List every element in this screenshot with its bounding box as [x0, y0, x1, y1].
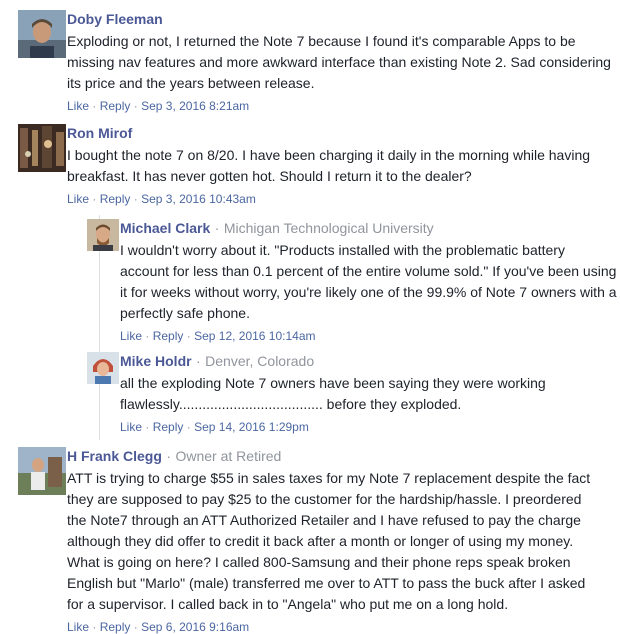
author-name[interactable]: Doby Fleeman [67, 11, 163, 27]
avatar[interactable] [87, 219, 119, 251]
author-name[interactable]: Ron Mirof [67, 125, 132, 141]
reply-link[interactable]: Reply [153, 329, 184, 343]
separator: · [145, 329, 150, 343]
separator: · [186, 420, 191, 434]
timestamp-link[interactable]: Sep 3, 2016 8:21am [141, 99, 249, 113]
comment-actions: Like · Reply · Sep 3, 2016 10:43am [67, 192, 617, 206]
comment-actions: Like · Reply · Sep 3, 2016 8:21am [67, 99, 617, 113]
reply-link[interactable]: Reply [100, 192, 131, 206]
timestamp-link[interactable]: Sep 3, 2016 10:43am [141, 192, 256, 206]
comment-header: Ron Mirof [67, 124, 617, 142]
like-link[interactable]: Like [67, 192, 89, 206]
author-name[interactable]: Mike Holdr [120, 353, 192, 369]
comment-text: all the exploding Note 7 owners have bee… [120, 375, 546, 412]
separator: · [186, 329, 191, 343]
author-name[interactable]: Michael Clark [120, 220, 210, 236]
avatar[interactable] [18, 10, 66, 58]
separator: · [214, 220, 220, 236]
comment-header: Doby Fleeman [67, 10, 617, 28]
author-affiliation: Owner at Retired [175, 448, 282, 464]
avatar[interactable] [18, 447, 66, 495]
reply-link[interactable]: Reply [100, 99, 131, 113]
comment-actions: Like · Reply · Sep 14, 2016 1:29pm [120, 420, 617, 434]
comment-header: Michael Clark · Michigan Technological U… [120, 219, 617, 237]
reply-link[interactable]: Reply [153, 420, 184, 434]
author-name[interactable]: H Frank Clegg [67, 448, 162, 464]
author-location: Denver, Colorado [205, 353, 315, 369]
like-link[interactable]: Like [67, 99, 89, 113]
timestamp-link[interactable]: Sep 14, 2016 1:29pm [194, 420, 309, 434]
like-link[interactable]: Like [120, 329, 142, 343]
avatar[interactable] [18, 124, 66, 172]
like-link[interactable]: Like [120, 420, 142, 434]
comment-header: Mike Holdr · Denver, Colorado [120, 352, 617, 370]
timestamp-link[interactable]: Sep 12, 2016 10:14am [194, 329, 315, 343]
like-link[interactable]: Like [67, 620, 89, 634]
separator: · [92, 192, 97, 206]
separator: · [92, 620, 97, 634]
comment-text: Exploding or not, I returned the Note 7 … [67, 33, 611, 91]
comment-text: ATT is trying to charge $55 in sales tax… [67, 470, 591, 612]
comment-actions: Like · Reply · Sep 12, 2016 10:14am [120, 329, 617, 343]
timestamp-link[interactable]: Sep 6, 2016 9:16am [141, 620, 249, 634]
separator: · [145, 420, 150, 434]
separator: · [133, 99, 138, 113]
separator: · [166, 448, 172, 464]
comment-text: I bought the note 7 on 8/20. I have been… [67, 147, 591, 184]
separator: · [196, 353, 201, 369]
author-affiliation: Michigan Technological University [223, 220, 434, 236]
reply-link[interactable]: Reply [100, 620, 131, 634]
comment-actions: Like · Reply · Sep 6, 2016 9:16am [67, 620, 617, 634]
comment-header: H Frank Clegg · Owner at Retired [67, 447, 617, 465]
separator: · [133, 192, 138, 206]
avatar[interactable] [87, 352, 119, 384]
separator: · [133, 620, 138, 634]
separator: · [92, 99, 97, 113]
comment-text: I wouldn't worry about it. "Products ins… [120, 242, 617, 321]
